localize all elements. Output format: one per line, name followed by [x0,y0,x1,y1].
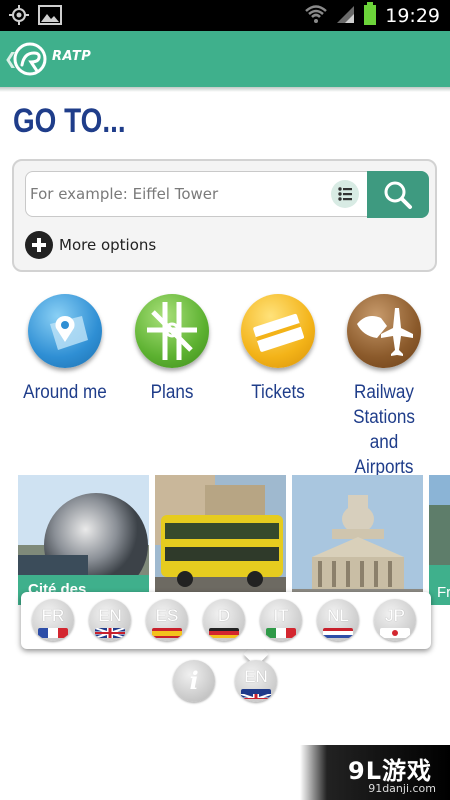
photo-card[interactable]: Fr M [429,475,450,605]
nav-tickets[interactable]: Tickets [228,294,328,405]
watermark-logo: 9L游戏 [348,757,432,785]
bus-photo [155,475,286,605]
photo-card[interactable]: Cité des [18,475,149,605]
nav-plans[interactable]: Plans [122,294,222,405]
language-popup: FR EN ES D IT NL JP [21,592,431,649]
flag-uk-icon [241,689,271,699]
nav-label: Tickets [251,382,305,403]
page-title: GO TO... [13,102,126,140]
lang-de-button[interactable]: D [203,599,245,641]
nav-label: Around me [23,382,107,403]
search-button[interactable] [367,171,429,218]
nav-label: Plans [150,382,194,403]
list-icon[interactable] [331,180,359,208]
lang-it-button[interactable]: IT [260,599,302,641]
flag-es-icon [152,628,182,638]
lang-code: ES [155,606,179,625]
flag-nl-icon [323,628,353,638]
plus-icon [25,231,53,259]
image-icon [38,4,62,30]
search-card: More options [12,159,437,272]
info-button[interactable]: i [173,660,215,702]
lang-en-button[interactable]: EN [89,599,131,641]
app-brand: RATP [52,49,92,64]
lang-nl-button[interactable]: NL [317,599,359,641]
lang-fr-button[interactable]: FR [32,599,74,641]
lang-code: IT [273,606,289,625]
lang-code: NL [327,606,349,625]
status-time: 19:29 [385,5,440,27]
watermark: 9L游戏 91danji.com [300,745,450,800]
current-language-button[interactable]: EN [235,660,277,702]
more-options[interactable]: More options [25,231,156,259]
nav-label: Railway Stations and Airports [353,382,415,478]
signal-icon [335,4,355,28]
lang-jp-button[interactable]: JP [374,599,416,641]
nav-railway-airports[interactable]: Railway Stations and Airports [334,294,434,480]
lang-es-button[interactable]: ES [146,599,188,641]
flag-it-icon [266,628,296,638]
search-input[interactable] [26,172,326,216]
photo-card[interactable] [155,475,286,605]
wifi-icon [305,4,328,28]
search-field [25,171,370,217]
status-left [8,4,62,30]
lang-code: FR [41,606,65,625]
status-right: 19:29 [305,2,440,30]
nav-around-me[interactable]: Around me [15,294,115,405]
flag-fr-icon [38,628,68,638]
photo-caption: Fr M [437,584,450,605]
lang-code: D [217,606,231,625]
tickets-icon [241,294,315,368]
map-plan-icon [135,294,209,368]
flag-jp-icon [380,628,410,638]
lang-code: EN [98,606,122,625]
gps-icon [8,4,30,30]
photo-card[interactable] [292,475,423,605]
flag-uk-icon [95,628,125,638]
ratp-logo-icon[interactable] [12,41,48,77]
more-options-label: More options [59,236,157,254]
app-bar: ❮ RATP [0,31,450,87]
pantheon-photo [292,475,423,605]
search-icon [383,180,413,214]
lang-code: JP [385,606,405,625]
battery-icon [363,2,377,30]
train-plane-icon [347,294,421,368]
flag-de-icon [209,628,239,638]
current-lang-code: EN [244,667,268,686]
screen: 19:29 ❮ RATP GO TO... More options [0,0,450,800]
location-pin-icon [28,294,102,368]
status-bar: 19:29 [0,0,450,31]
app-bar-shadow [0,87,450,92]
watermark-url: 91danji.com [368,782,436,795]
